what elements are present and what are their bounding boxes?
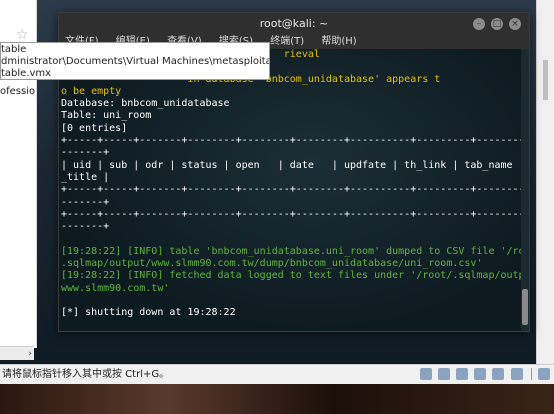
terminal-line: -------+ bbox=[61, 147, 110, 159]
terminal-line: [19:28:22] [INFO] table 'bnbcom_unidatab… bbox=[61, 245, 521, 257]
terminal-scrollbar-thumb[interactable] bbox=[522, 289, 528, 325]
cd-icon[interactable] bbox=[437, 368, 450, 380]
terminal-line: -------+ bbox=[61, 196, 110, 208]
device-tray bbox=[417, 368, 550, 382]
maximize-icon[interactable]: □ bbox=[491, 18, 503, 30]
hdd-icon[interactable] bbox=[419, 368, 432, 380]
terminal-line: Database: bnbcom_unidatabase bbox=[61, 98, 230, 110]
terminal-line: | uid | sub | odr | status | open | date… bbox=[61, 159, 521, 171]
menu-terminal[interactable]: 终端(T) bbox=[270, 36, 304, 47]
minimize-icon[interactable]: – bbox=[473, 18, 485, 30]
menu-help[interactable]: 帮助(H) bbox=[321, 36, 356, 47]
terminal-line: +-----+-----+-------+--------+--------+-… bbox=[61, 184, 521, 196]
status-bar: 请将鼠标指针移入其中或按 Ctrl+G。 bbox=[0, 364, 554, 385]
terminal-line: Table: uni_room bbox=[61, 110, 152, 122]
fullscreen-icon[interactable] bbox=[538, 368, 550, 380]
tooltip-line: table bbox=[1, 44, 27, 55]
printer-icon[interactable] bbox=[492, 368, 505, 380]
usb-icon[interactable] bbox=[474, 368, 487, 380]
star-icon[interactable]: ☆ bbox=[16, 27, 29, 43]
terminal-line: _title | bbox=[61, 171, 110, 183]
sound-icon[interactable] bbox=[510, 368, 523, 380]
vm-path-tooltip: table dministrator\Documents\Virtual Mac… bbox=[0, 42, 270, 80]
terminal-output[interactable]: rieval in database 'bnbcom_unidatabase' … bbox=[59, 49, 521, 331]
terminal-line: .sqlmap/output/www.slmm90.com.tw/dump/bn… bbox=[61, 258, 483, 270]
terminal-line: www.slmm90.com.tw' bbox=[61, 282, 170, 294]
tooltip-line: dministrator\Documents\Virtual Machines\… bbox=[1, 56, 269, 67]
window-title: root@kali: ~ bbox=[259, 17, 329, 30]
library-item[interactable]: ofession bbox=[0, 86, 36, 97]
tooltip-line: table.vmx bbox=[1, 68, 52, 79]
vmware-host-window: ofession › ☆ table dministrator\Document… bbox=[0, 0, 554, 385]
terminal-titlebar[interactable]: root@kali: ~ – □ × bbox=[59, 13, 529, 35]
right-scroll-region[interactable] bbox=[536, 0, 554, 384]
terminal-line: +-----+-----+-------+--------+--------+-… bbox=[61, 208, 521, 220]
network-icon[interactable] bbox=[456, 368, 469, 380]
status-hint: 请将鼠标指针移入其中或按 Ctrl+G。 bbox=[2, 369, 170, 380]
terminal-line: [19:28:22] [INFO] fetched data logged to… bbox=[61, 270, 521, 282]
separator bbox=[530, 368, 532, 380]
scroll-right-arrow-icon[interactable]: › bbox=[0, 346, 34, 360]
terminal-line: o be empty bbox=[61, 85, 122, 97]
terminal-line: +-----+-----+-------+--------+--------+-… bbox=[61, 135, 521, 147]
terminal-scrollbar[interactable] bbox=[521, 49, 529, 331]
desktop-background bbox=[0, 384, 554, 414]
terminal-line: [*] shutting down at 19:28:22 bbox=[61, 307, 236, 319]
close-icon[interactable]: × bbox=[509, 18, 521, 30]
terminal-line: [0 entries] bbox=[61, 122, 128, 134]
scrollbar-thumb[interactable] bbox=[543, 60, 548, 100]
terminal-line: -------+ bbox=[61, 221, 110, 233]
